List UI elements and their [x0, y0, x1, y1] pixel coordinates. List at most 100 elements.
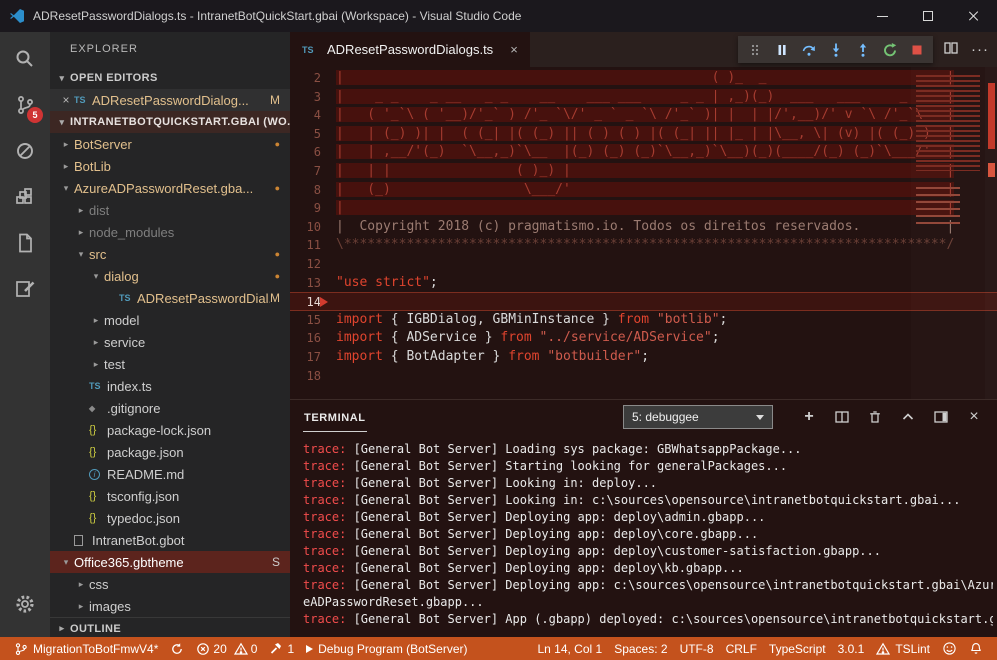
tree-item[interactable]: ▸dist: [50, 199, 290, 221]
tree-item-label: ADResetPasswordDial...: [137, 291, 270, 306]
terminal-instance-dropdown[interactable]: 5: debuggee: [623, 405, 773, 429]
close-window-button[interactable]: [951, 0, 997, 32]
sync-item[interactable]: [164, 637, 190, 660]
code-line[interactable]: 12: [290, 255, 997, 274]
encoding-item[interactable]: UTF-8: [674, 637, 720, 660]
step-into-button[interactable]: [822, 37, 849, 62]
tree-item[interactable]: TSADResetPasswordDial...M: [50, 287, 290, 309]
close-tab-icon[interactable]: ×: [510, 42, 518, 57]
eol-item[interactable]: CRLF: [720, 637, 763, 660]
close-editor-icon[interactable]: ×: [58, 93, 74, 107]
tree-item-label: css: [89, 577, 109, 592]
code-line[interactable]: 14: [290, 292, 997, 311]
move-panel-button[interactable]: [932, 408, 950, 426]
debug-activity-button[interactable]: [0, 128, 50, 174]
tree-item[interactable]: IntranetBot.gbot: [50, 529, 290, 551]
feedback-item[interactable]: [936, 637, 963, 660]
close-panel-button[interactable]: ×: [965, 408, 983, 426]
open-editors-header[interactable]: ▾ OPEN EDITORS: [50, 67, 290, 89]
tree-item[interactable]: ▸css: [50, 573, 290, 595]
tree-item[interactable]: ▾src●: [50, 243, 290, 265]
terminal-text: [General Bot Server] Loading sys package…: [346, 442, 801, 456]
code-line[interactable]: 2| ( )_ _ |: [290, 69, 997, 88]
ts-version-item[interactable]: 3.0.1: [832, 637, 871, 660]
open-editor-item[interactable]: × TS ADResetPasswordDialog... M: [50, 89, 290, 111]
split-terminal-button[interactable]: [833, 408, 851, 426]
code-line[interactable]: 6| | ,__/'(_) `\__,_)`\__ |(_) (_) (_)`\…: [290, 143, 997, 162]
tab-adresetpassworddialogs[interactable]: TS ADResetPasswordDialogs.ts ×: [290, 32, 530, 67]
debug-toolbar-drag-handle[interactable]: [741, 37, 768, 62]
code-line[interactable]: 10| Copyright 2018 (c) pragmatismo.io. T…: [290, 218, 997, 237]
stop-button[interactable]: [903, 37, 930, 62]
language-mode-item[interactable]: TypeScript: [763, 637, 832, 660]
tree-item[interactable]: ▸BotServer●: [50, 133, 290, 155]
problems-item[interactable]: 20 0: [190, 642, 263, 656]
split-editor-button[interactable]: [943, 40, 959, 59]
settings-gear-button[interactable]: [0, 581, 50, 627]
minimize-button[interactable]: [859, 0, 905, 32]
terminal-tab[interactable]: TERMINAL: [303, 403, 367, 432]
tree-item[interactable]: ▾Office365.gbthemeS: [50, 551, 290, 573]
new-terminal-button[interactable]: +: [800, 408, 818, 426]
tree-item[interactable]: iREADME.md: [50, 463, 290, 485]
code-line[interactable]: 3| _ _ _ __ _ _ __ ___ ___ _ _ | ,_)(_) …: [290, 88, 997, 107]
code-line[interactable]: 5| | (_) )| | ( (_| |( (_) || ( ) ( ) |(…: [290, 125, 997, 144]
code-line[interactable]: 13"use strict";: [290, 274, 997, 293]
tree-item[interactable]: ▸images: [50, 595, 290, 617]
code-line[interactable]: 17import { BotAdapter } from "botbuilder…: [290, 348, 997, 367]
files-activity-button[interactable]: [0, 220, 50, 266]
tslint-item[interactable]: TSLint: [870, 637, 936, 660]
tree-item[interactable]: ▸test: [50, 353, 290, 375]
tree-item[interactable]: ▸node_modules: [50, 221, 290, 243]
workspace-section-header[interactable]: ▾ INTRANETBOTQUICKSTART.GBAI (WO...: [50, 111, 290, 133]
tree-item[interactable]: ◆.gitignore: [50, 397, 290, 419]
minimap[interactable]: [911, 67, 985, 399]
tree-item[interactable]: TSindex.ts: [50, 375, 290, 397]
code-line[interactable]: 8| (_) \___/' |: [290, 181, 997, 200]
tree-item[interactable]: ▸model: [50, 309, 290, 331]
extensions-activity-button[interactable]: [0, 174, 50, 220]
edit-activity-button[interactable]: [0, 266, 50, 312]
chevron-down-icon: ▾: [54, 117, 70, 128]
tree-item[interactable]: ▾dialog●: [50, 265, 290, 287]
kill-terminal-button[interactable]: [866, 408, 884, 426]
indentation-item[interactable]: Spaces: 2: [608, 637, 673, 660]
step-out-button[interactable]: [849, 37, 876, 62]
debug-target-item[interactable]: Debug Program (BotServer): [300, 637, 473, 660]
cursor-position-item[interactable]: Ln 14, Col 1: [531, 637, 608, 660]
tab-label: ADResetPasswordDialogs.ts: [327, 42, 493, 57]
maximize-button[interactable]: [905, 0, 951, 32]
restart-button[interactable]: [876, 37, 903, 62]
editor-region: TS ADResetPasswordDialogs.ts ×: [290, 32, 997, 637]
editor-scrollbar[interactable]: [985, 67, 997, 399]
tree-item[interactable]: {}typedoc.json: [50, 507, 290, 529]
search-activity-button[interactable]: [0, 36, 50, 82]
tree-item[interactable]: ▸service: [50, 331, 290, 353]
tree-item[interactable]: {}package-lock.json: [50, 419, 290, 441]
tree-item[interactable]: {}tsconfig.json: [50, 485, 290, 507]
code-line[interactable]: 4| ( '_`\ ( '__)/'_` ) /'_ `\/' _ ` _ `\…: [290, 106, 997, 125]
git-branch-item[interactable]: MigrationToBotFmwV4*: [8, 637, 164, 660]
step-over-button[interactable]: [795, 37, 822, 62]
tree-item[interactable]: ▾AzureADPasswordReset.gba...●: [50, 177, 290, 199]
code-line[interactable]: 7| | | ( )_) | |: [290, 162, 997, 181]
code-line[interactable]: 18: [290, 367, 997, 386]
pause-button[interactable]: [768, 37, 795, 62]
code-line[interactable]: 16import { ADService } from "../service/…: [290, 329, 997, 348]
maximize-panel-button[interactable]: [899, 408, 917, 426]
terminal-output[interactable]: trace: [General Bot Server] Loading sys …: [290, 434, 997, 637]
terminal-panel: TERMINAL 5: debuggee +: [290, 399, 997, 637]
tool-status-item[interactable]: 1: [263, 637, 300, 660]
more-actions-button[interactable]: ···: [971, 41, 989, 58]
tree-item-label: node_modules: [89, 225, 174, 240]
tree-item[interactable]: ▸BotLib: [50, 155, 290, 177]
line-number: 5: [290, 125, 336, 144]
tree-item[interactable]: {}package.json: [50, 441, 290, 463]
code-line[interactable]: 11\*************************************…: [290, 236, 997, 255]
code-line[interactable]: 15import { IGBDialog, GBMinInstance } fr…: [290, 311, 997, 330]
outline-section-header[interactable]: ▸ OUTLINE: [50, 617, 290, 637]
code-line[interactable]: 9| |: [290, 199, 997, 218]
source-control-activity-button[interactable]: 5: [0, 82, 50, 128]
notifications-item[interactable]: [963, 637, 989, 660]
trace-prefix: trace:: [303, 476, 346, 490]
